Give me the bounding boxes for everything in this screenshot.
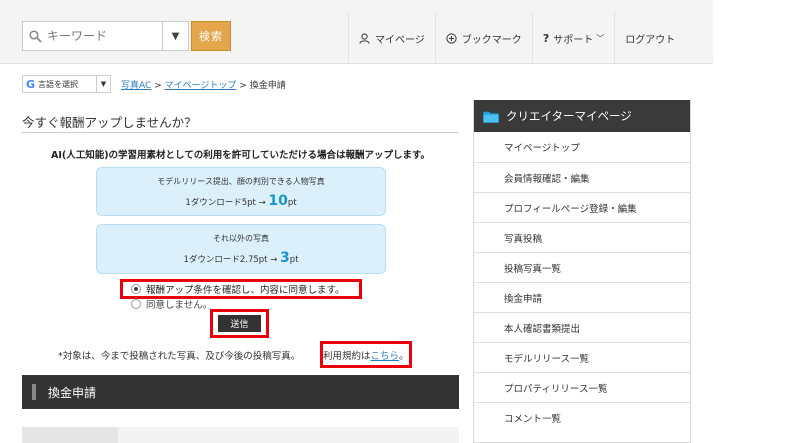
section-header-cashout: 換金申請 [22, 375, 459, 409]
page-title: 今すぐ報酬アップしませんか？ [22, 115, 197, 130]
search-input[interactable] [47, 29, 147, 43]
search-box[interactable] [22, 21, 163, 51]
reward-box-model-release: モデルリリース提出、顔の判別できる人物写真 1ダウンロード5pt → 10pt [96, 167, 386, 216]
reward-rate-prefix: 1ダウンロード2.75pt → [183, 255, 281, 265]
folder-icon [483, 111, 499, 123]
translate-caret-icon: ▼ [96, 76, 110, 92]
sidebar-item-id-verification[interactable]: 本人確認書類提出 [474, 312, 690, 342]
section-accent-bar [32, 384, 36, 400]
submit-button[interactable]: 送信 [218, 315, 261, 332]
section-tab [22, 427, 118, 443]
site-header: ▼ 検索 マイページ ブックマーク ? サポート ﹀ ログアウト [0, 0, 713, 64]
nav-logout-label: ログアウト [625, 34, 676, 46]
nav-mypage-label: マイページ [375, 34, 425, 46]
translate-label: 言語を選択 [38, 79, 79, 89]
title-divider [22, 132, 459, 133]
disagree-radio-option[interactable]: 同意しません。 [131, 297, 212, 311]
creator-sidebar: クリエイターマイページ マイページトップ 会員情報確認・編集 プロフィールページ… [473, 100, 691, 443]
sidebar-item-uploaded-list[interactable]: 投稿写真一覧 [474, 252, 690, 282]
reward-box-rate: 1ダウンロード5pt → 10pt [97, 193, 385, 209]
disagree-label: 同意しません。 [146, 300, 213, 311]
section-content-strip [22, 427, 459, 443]
reward-rate-value: 3 [280, 250, 290, 266]
sidebar-item-upload[interactable]: 写真投稿 [474, 222, 690, 252]
target-note: *対象は、今まで投稿された写真、及び今後の投稿写真。 [58, 351, 301, 362]
sidebar-item-model-release[interactable]: モデルリリース一覧 [474, 342, 690, 372]
sidebar-header: クリエイターマイページ [474, 100, 690, 132]
sidebar-item-member-info[interactable]: 会員情報確認・編集 [474, 162, 690, 192]
user-icon [359, 32, 370, 44]
breadcrumb-mypage-top[interactable]: マイページトップ [165, 81, 237, 91]
search-icon [29, 29, 42, 43]
terms-link[interactable]: こちら [371, 351, 400, 362]
sidebar-item-cashout[interactable]: 換金申請 [474, 282, 690, 312]
reward-box-title: モデルリリース提出、顔の判別できる人物写真 [157, 177, 325, 186]
sidebar-item-mypage-top[interactable]: マイページトップ [474, 132, 690, 162]
sidebar-item-comments[interactable]: コメント一覧 [474, 402, 690, 432]
reward-rate-prefix: 1ダウンロード5pt → [185, 198, 269, 208]
reward-box-rate: 1ダウンロード2.75pt → 3pt [97, 250, 385, 266]
sidebar-item-property-release[interactable]: プロパティリリース一覧 [474, 372, 690, 402]
nav-support-label: サポート [553, 34, 594, 46]
agree-radio-option[interactable]: 報酬アップ条件を確認し、内容に同意します。 [120, 279, 362, 299]
breadcrumb-sep: > [154, 81, 162, 91]
terms-prefix: 利用規約は [323, 351, 371, 362]
plus-circle-icon [446, 32, 457, 44]
disagree-radio[interactable] [131, 299, 141, 309]
breadcrumb-current: 換金申請 [249, 81, 286, 91]
reward-box-other: それ以外の写真 1ダウンロード2.75pt → 3pt [96, 224, 386, 274]
breadcrumb: 写真AC > マイページトップ > 換金申請 [121, 78, 286, 91]
terms-text: 利用規約はこちら。 [323, 348, 409, 362]
google-translate-select[interactable]: G 言語を選択 ▼ [22, 75, 111, 93]
chevron-down-icon: ﹀ [596, 33, 605, 43]
nav-support[interactable]: ? サポート ﹀ [531, 12, 614, 64]
nav-bookmark-label: ブックマーク [461, 34, 522, 46]
question-icon: ? [542, 31, 550, 45]
sidebar-item-profile[interactable]: プロフィールページ登録・編集 [474, 192, 690, 222]
nav-logout[interactable]: ログアウト [614, 12, 685, 64]
reward-rate-unit: pt [289, 255, 299, 265]
terms-suffix: 。 [399, 351, 409, 362]
agree-radio[interactable] [131, 284, 141, 294]
lead-text: AI(人工知能)の学習用素材としての利用を許可していただける場合は報酬アップしま… [50, 150, 431, 161]
sidebar-menu: マイページトップ 会員情報確認・編集 プロフィールページ登録・編集 写真投稿 投… [474, 132, 690, 432]
reward-rate-unit: pt [287, 198, 297, 208]
search-button[interactable]: 検索 [191, 21, 231, 51]
reward-box-title: それ以外の写真 [213, 234, 269, 243]
breadcrumb-sep: > [239, 81, 247, 91]
section-title: 換金申請 [48, 385, 97, 400]
nav-mypage[interactable]: マイページ [348, 12, 435, 64]
search-category-select[interactable]: ▼ [163, 21, 189, 51]
reward-rate-value: 10 [268, 193, 288, 209]
sidebar-title: クリエイターマイページ [506, 109, 632, 123]
nav-bookmark[interactable]: ブックマーク [434, 12, 532, 64]
breadcrumb-photoac[interactable]: 写真AC [121, 81, 151, 91]
agree-label: 報酬アップ条件を確認し、内容に同意します。 [146, 285, 345, 296]
header-nav: マイページ ブックマーク ? サポート ﹀ ログアウト [348, 12, 685, 64]
google-logo-icon: G [26, 77, 36, 91]
